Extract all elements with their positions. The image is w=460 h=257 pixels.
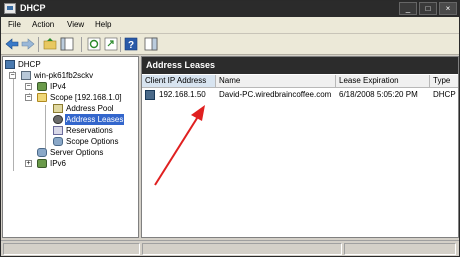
dhcp-window: DHCP _ □ × File Action View Help ? DHCP … [0,0,460,257]
lease-type: DHCP [433,90,456,99]
reservations-icon [53,126,63,135]
toolbar-separator [81,37,82,52]
tree-item-scope-options[interactable]: Scope Options [3,136,138,147]
server-icon [21,71,31,80]
address-leases-icon [53,115,63,124]
close-button[interactable]: × [439,2,457,15]
collapse-toggle[interactable]: − [25,83,32,90]
toolbar-separator [120,37,121,52]
dhcp-app-icon [4,3,16,14]
tree-item-reservations[interactable]: Reservations [3,125,138,136]
dhcp-icon [5,60,15,69]
tree-item-address-pool[interactable]: Address Pool [3,103,138,114]
collapse-toggle[interactable]: − [9,72,16,79]
menu-action[interactable]: Action [32,20,54,29]
toolbar-separator [38,37,39,52]
scope-options-icon [53,137,63,146]
collapse-toggle[interactable]: − [25,94,32,101]
maximize-button[interactable]: □ [419,2,437,15]
menu-help[interactable]: Help [95,20,111,29]
export-list-icon[interactable] [104,37,118,51]
folder-open-icon [37,93,47,102]
lease-expiration: 6/18/2008 5:05:20 PM [339,90,418,99]
menu-bar: File Action View Help [1,17,459,34]
arrow-head [191,105,205,121]
forward-icon[interactable] [21,37,35,51]
pane-title: Address Leases [142,57,458,74]
action-pane-icon[interactable] [144,37,158,51]
tree-item-server-options[interactable]: Server Options [3,147,138,158]
svg-text:?: ? [128,40,134,51]
server-options-icon [37,148,47,157]
status-segment [142,243,342,255]
window-title: DHCP [20,3,46,13]
ipv4-icon [37,82,47,91]
menu-view[interactable]: View [67,20,84,29]
arrow-shaft [154,114,200,186]
expand-toggle[interactable]: + [25,160,32,167]
menu-file[interactable]: File [8,20,21,29]
tree-item-ipv4[interactable]: − IPv4 [3,81,138,92]
ipv6-icon [37,159,47,168]
column-lease-expiration[interactable]: Lease Expiration [336,75,430,88]
up-folder-icon[interactable] [43,37,57,51]
annotation-arrow [154,105,205,186]
column-type[interactable]: Type [430,75,458,88]
toolbar: ? [1,34,459,55]
status-bar [1,240,459,256]
tree-item-ipv6[interactable]: + IPv6 [3,158,138,169]
tree-item-scope[interactable]: − Scope [192.168.1.0] [3,92,138,103]
tree-item-server[interactable]: − win-pk61fb2sckv [3,70,138,81]
status-segment [344,243,456,255]
back-icon[interactable] [5,37,19,51]
refresh-icon[interactable] [87,37,101,51]
status-segment [3,243,140,255]
address-pool-icon [53,104,63,113]
console-tree[interactable]: DHCP − win-pk61fb2sckv − IPv4 − Scope [1… [2,56,139,238]
show-hide-tree-icon[interactable] [60,37,74,51]
title-bar[interactable]: DHCP _ □ × [1,1,459,17]
tree-item-dhcp[interactable]: DHCP [3,59,138,70]
minimize-button[interactable]: _ [399,2,417,15]
tree-item-address-leases[interactable]: Address Leases [3,114,138,125]
help-icon[interactable]: ? [124,37,138,51]
